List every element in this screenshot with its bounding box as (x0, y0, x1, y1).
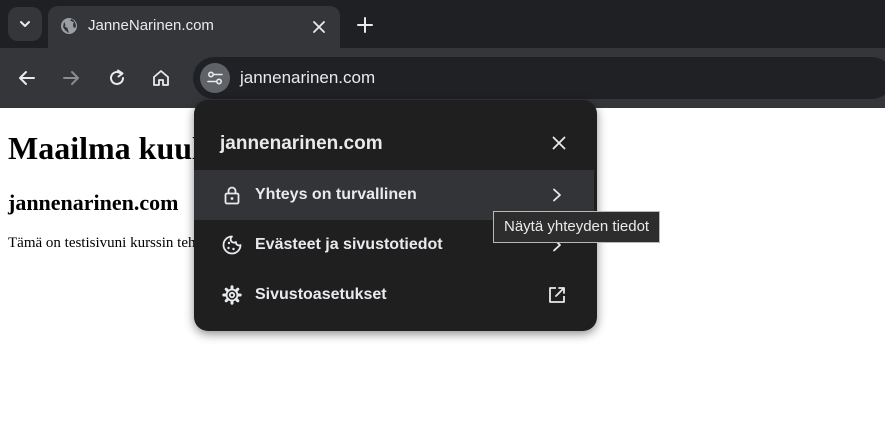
tooltip: Näytä yhteyden tiedot (493, 211, 661, 243)
site-settings-label: Sivustoasetukset (255, 286, 387, 303)
tab-search-button[interactable] (8, 7, 42, 41)
cookies-site-data-label: Evästeet ja sivustotiedot (255, 236, 443, 253)
tab-close-button[interactable] (308, 16, 330, 38)
tab-strip: JanneNarinen.com (0, 0, 885, 48)
settings-icon (221, 284, 243, 306)
forward-button[interactable] (58, 65, 84, 91)
back-button[interactable] (14, 65, 40, 91)
popup-close-button[interactable] (547, 131, 571, 155)
close-icon (552, 136, 566, 150)
chevron-down-icon (20, 21, 30, 27)
tune-icon (207, 71, 223, 85)
home-button[interactable] (148, 65, 174, 91)
plus-icon (357, 17, 373, 33)
chevron-right-icon (546, 184, 568, 206)
page-subheading: jannenarinen.com (8, 190, 179, 215)
open-in-new-icon (546, 284, 568, 306)
connection-secure-label: Yhteys on turvallinen (255, 186, 417, 203)
close-icon (313, 21, 325, 33)
tab-title: JanneNarinen.com (88, 17, 214, 34)
globe-icon (61, 18, 77, 34)
url-text[interactable]: jannenarinen.com (240, 68, 375, 88)
home-icon (153, 70, 169, 86)
reload-button[interactable] (104, 65, 130, 91)
active-tab[interactable]: JanneNarinen.com (48, 6, 340, 48)
lock-icon (221, 184, 243, 206)
new-tab-button[interactable] (352, 12, 378, 38)
arrow-right-icon (63, 71, 79, 85)
address-bar[interactable]: jannenarinen.com (193, 57, 885, 99)
toolbar: jannenarinen.com (0, 48, 885, 108)
cookie-icon (221, 234, 243, 256)
site-info-button[interactable] (200, 63, 230, 93)
popup-title: jannenarinen.com (220, 133, 383, 154)
arrow-left-icon (19, 71, 35, 85)
site-settings-item[interactable]: Sivustoasetukset (194, 270, 594, 320)
reload-icon (110, 69, 124, 85)
